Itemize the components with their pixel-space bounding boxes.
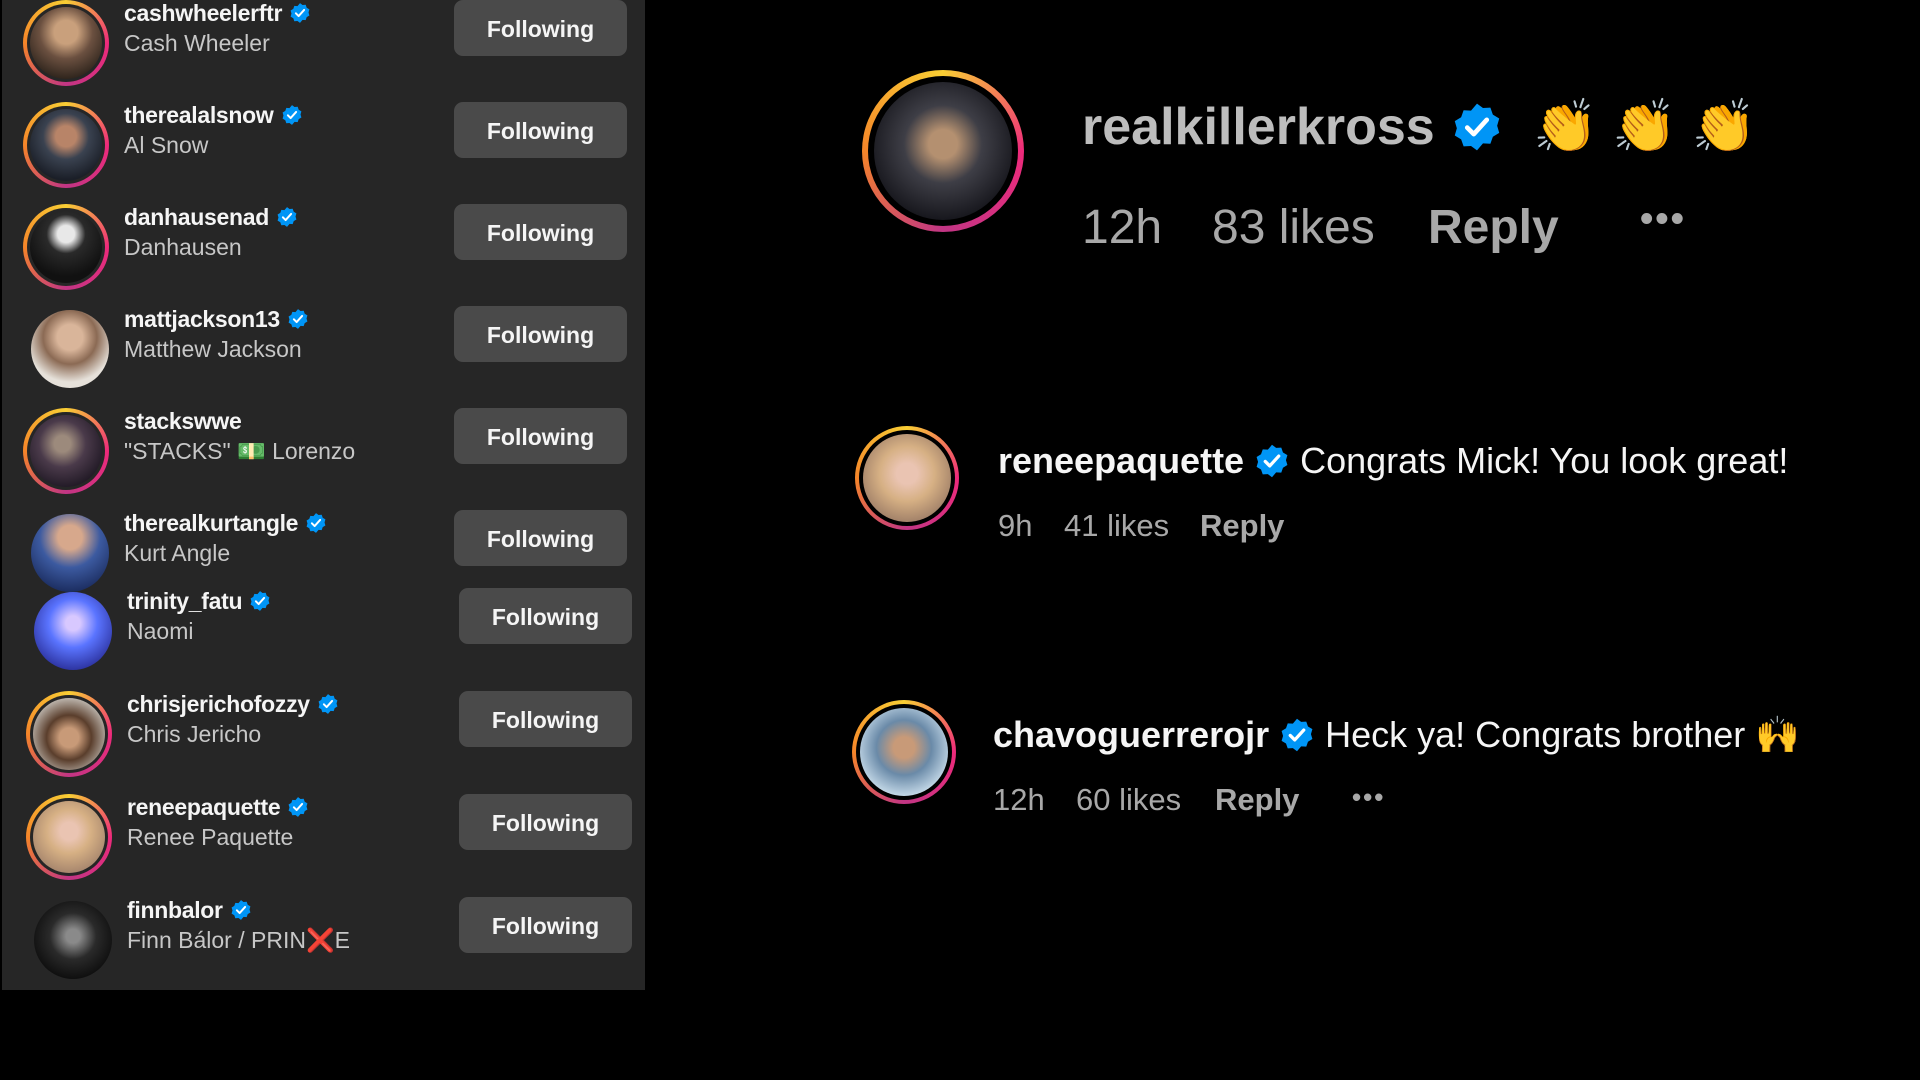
following-button[interactable]: Following [454,306,627,362]
avatar[interactable] [23,0,109,86]
comment-username[interactable]: chavoguerrerojr [993,714,1269,755]
cross-mark-emoji-icon: ❌ [305,927,335,953]
comment-line: reneepaquette Congrats Mick! You look gre… [998,440,1788,482]
avatar[interactable] [30,588,116,674]
comment-likes[interactable]: 60 likes [1076,782,1181,818]
username[interactable]: therealkurtangle [124,510,327,537]
following-button[interactable]: Following [454,204,627,260]
display-name: Naomi [127,618,194,644]
username[interactable]: mattjackson13 [124,306,309,333]
list-item: finnbalor Finn Bálor / PRIN❌E Following [2,885,645,987]
following-button[interactable]: Following [454,102,627,158]
dollar-emoji-icon: 💵 [237,438,266,464]
username[interactable]: therealalsnow [124,102,303,129]
avatar[interactable] [852,700,956,804]
verified-badge-icon [287,796,309,818]
comment-text: Heck ya! Congrats brother 🙌 [1325,714,1801,755]
verified-badge-icon [1254,443,1290,479]
reply-button[interactable]: Reply [1215,782,1299,818]
display-name: Al Snow [124,132,209,158]
reply-button[interactable]: Reply [1428,200,1559,255]
verified-badge-icon [249,590,271,612]
list-item: mattjackson13 Matthew Jackson Following [2,294,645,396]
verified-badge-icon [317,693,339,715]
avatar[interactable] [30,897,116,983]
list-item: danhausenad Danhausen Following [2,192,645,294]
display-name: Danhausen [124,234,242,260]
verified-badge-icon [305,512,327,534]
following-button[interactable]: Following [459,794,632,850]
avatar[interactable] [862,70,1024,232]
username[interactable]: finnbalor [127,897,252,924]
display-name: Renee Paquette [127,824,294,850]
following-button[interactable]: Following [454,408,627,464]
username[interactable]: reneepaquette [127,794,309,821]
display-name: Matthew Jackson [124,336,302,362]
following-button[interactable]: Following [459,588,632,644]
display-name: "STACKS" 💵 Lorenzo [124,438,356,464]
avatar[interactable] [23,102,109,188]
following-button[interactable]: Following [459,897,632,953]
comment-time: 12h [993,782,1045,817]
comment-time: 12h [1082,201,1163,254]
verified-badge-icon [230,899,252,921]
list-item: cashwheelerftr Cash Wheeler Following [2,0,645,90]
comment-username[interactable]: realkillerkross 👏 👏 👏 [1082,96,1756,157]
avatar[interactable] [23,408,109,494]
following-button[interactable]: Following [454,510,627,566]
avatar[interactable] [26,794,112,880]
comment-line: chavoguerrerojr Heck ya! Congrats brother… [993,714,1800,756]
display-name: Finn Bálor / PRIN❌E [127,927,350,953]
username[interactable]: danhausenad [124,204,298,231]
list-item: reneepaquette Renee Paquette Following [2,782,645,884]
verified-badge-icon [287,308,309,330]
avatar[interactable] [26,691,112,777]
reply-button[interactable]: Reply [1200,508,1284,544]
avatar[interactable] [855,426,959,530]
username[interactable]: stackswwe [124,408,242,435]
more-options-icon[interactable]: ••• [1640,198,1686,241]
list-item: stackswwe "STACKS" 💵 Lorenzo Following [2,396,645,498]
display-name: Cash Wheeler [124,30,270,56]
display-name: Kurt Angle [124,540,231,566]
username[interactable]: chrisjerichofozzy [127,691,339,718]
list-item: therealalsnow Al Snow Following [2,90,645,192]
comment-text: Congrats Mick! You look great! [1300,440,1789,481]
avatar[interactable] [23,204,109,290]
username[interactable]: trinity_fatu [127,588,271,615]
more-options-icon[interactable]: ••• [1352,782,1385,813]
list-item: trinity_fatu Naomi Following [2,576,645,678]
list-item: chrisjerichofozzy Chris Jericho Followin… [2,679,645,781]
verified-badge-icon [1451,101,1503,153]
following-list-panel: cashwheelerftr Cash Wheeler Following th… [2,0,645,990]
verified-badge-icon [276,206,298,228]
verified-badge-icon [1279,717,1315,753]
avatar[interactable] [27,306,113,392]
verified-badge-icon [281,104,303,126]
following-button[interactable]: Following [459,691,632,747]
comment-text: 👏 👏 👏 [1533,98,1757,156]
display-name: Chris Jericho [127,721,262,747]
comment-likes[interactable]: 41 likes [1064,508,1169,544]
comment-likes[interactable]: 83 likes [1212,200,1375,255]
verified-badge-icon [289,2,311,24]
username[interactable]: cashwheelerftr [124,0,311,27]
comment-username[interactable]: reneepaquette [998,440,1244,481]
comment-time: 9h [998,508,1033,543]
following-button[interactable]: Following [454,0,627,56]
